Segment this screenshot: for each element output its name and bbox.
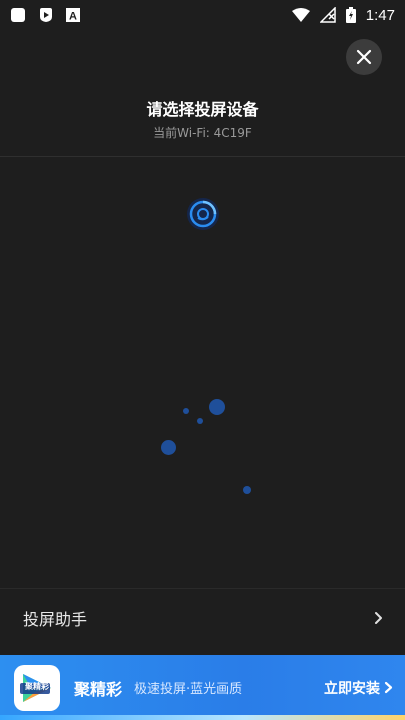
scan-dot xyxy=(183,408,189,414)
shield-app-icon xyxy=(38,7,54,23)
battery-charging-icon xyxy=(345,7,356,23)
font-a-icon: A xyxy=(66,8,80,22)
install-button[interactable]: 立即安装 xyxy=(324,678,393,698)
scan-dot xyxy=(161,440,176,455)
app-name: 聚精彩 xyxy=(74,679,123,699)
chevron-right-icon xyxy=(384,681,393,694)
cast-assistant-label: 投屏助手 xyxy=(23,610,88,629)
status-time: 1:47 xyxy=(365,6,395,24)
scan-dot xyxy=(197,418,203,424)
status-right-icons: 1:47 xyxy=(291,6,395,24)
close-button[interactable] xyxy=(346,39,382,75)
install-label: 立即安装 xyxy=(324,680,380,697)
assistant-divider xyxy=(0,588,405,589)
cast-assistant-row[interactable]: 投屏助手 xyxy=(0,596,405,640)
dialog-title: 请选择投屏设备 xyxy=(146,100,259,119)
app-logo-text: 聚精彩 xyxy=(25,681,49,691)
close-icon xyxy=(356,49,372,65)
header-divider xyxy=(0,156,405,157)
no-signal-icon xyxy=(319,7,336,23)
wifi-icon xyxy=(291,8,310,22)
scan-dot xyxy=(243,486,251,494)
banner-bottom-strip xyxy=(0,715,405,720)
chevron-right-icon xyxy=(373,611,383,625)
app-logo: 聚精彩 xyxy=(14,664,60,711)
svg-text:A: A xyxy=(69,11,77,23)
wifi-label: 当前Wi-Fi: 4C19F xyxy=(153,126,252,140)
ad-banner[interactable]: 聚精彩 聚精彩 极速投屏·蓝光画质 立即安装 xyxy=(0,655,405,720)
status-bar: A 1:47 xyxy=(0,0,405,30)
scan-dot xyxy=(209,399,225,415)
status-left-icons: A xyxy=(10,7,80,23)
scan-radar-icon xyxy=(186,197,220,231)
square-notification-icon xyxy=(10,7,26,23)
app-description: 极速投屏·蓝光画质 xyxy=(134,682,243,697)
